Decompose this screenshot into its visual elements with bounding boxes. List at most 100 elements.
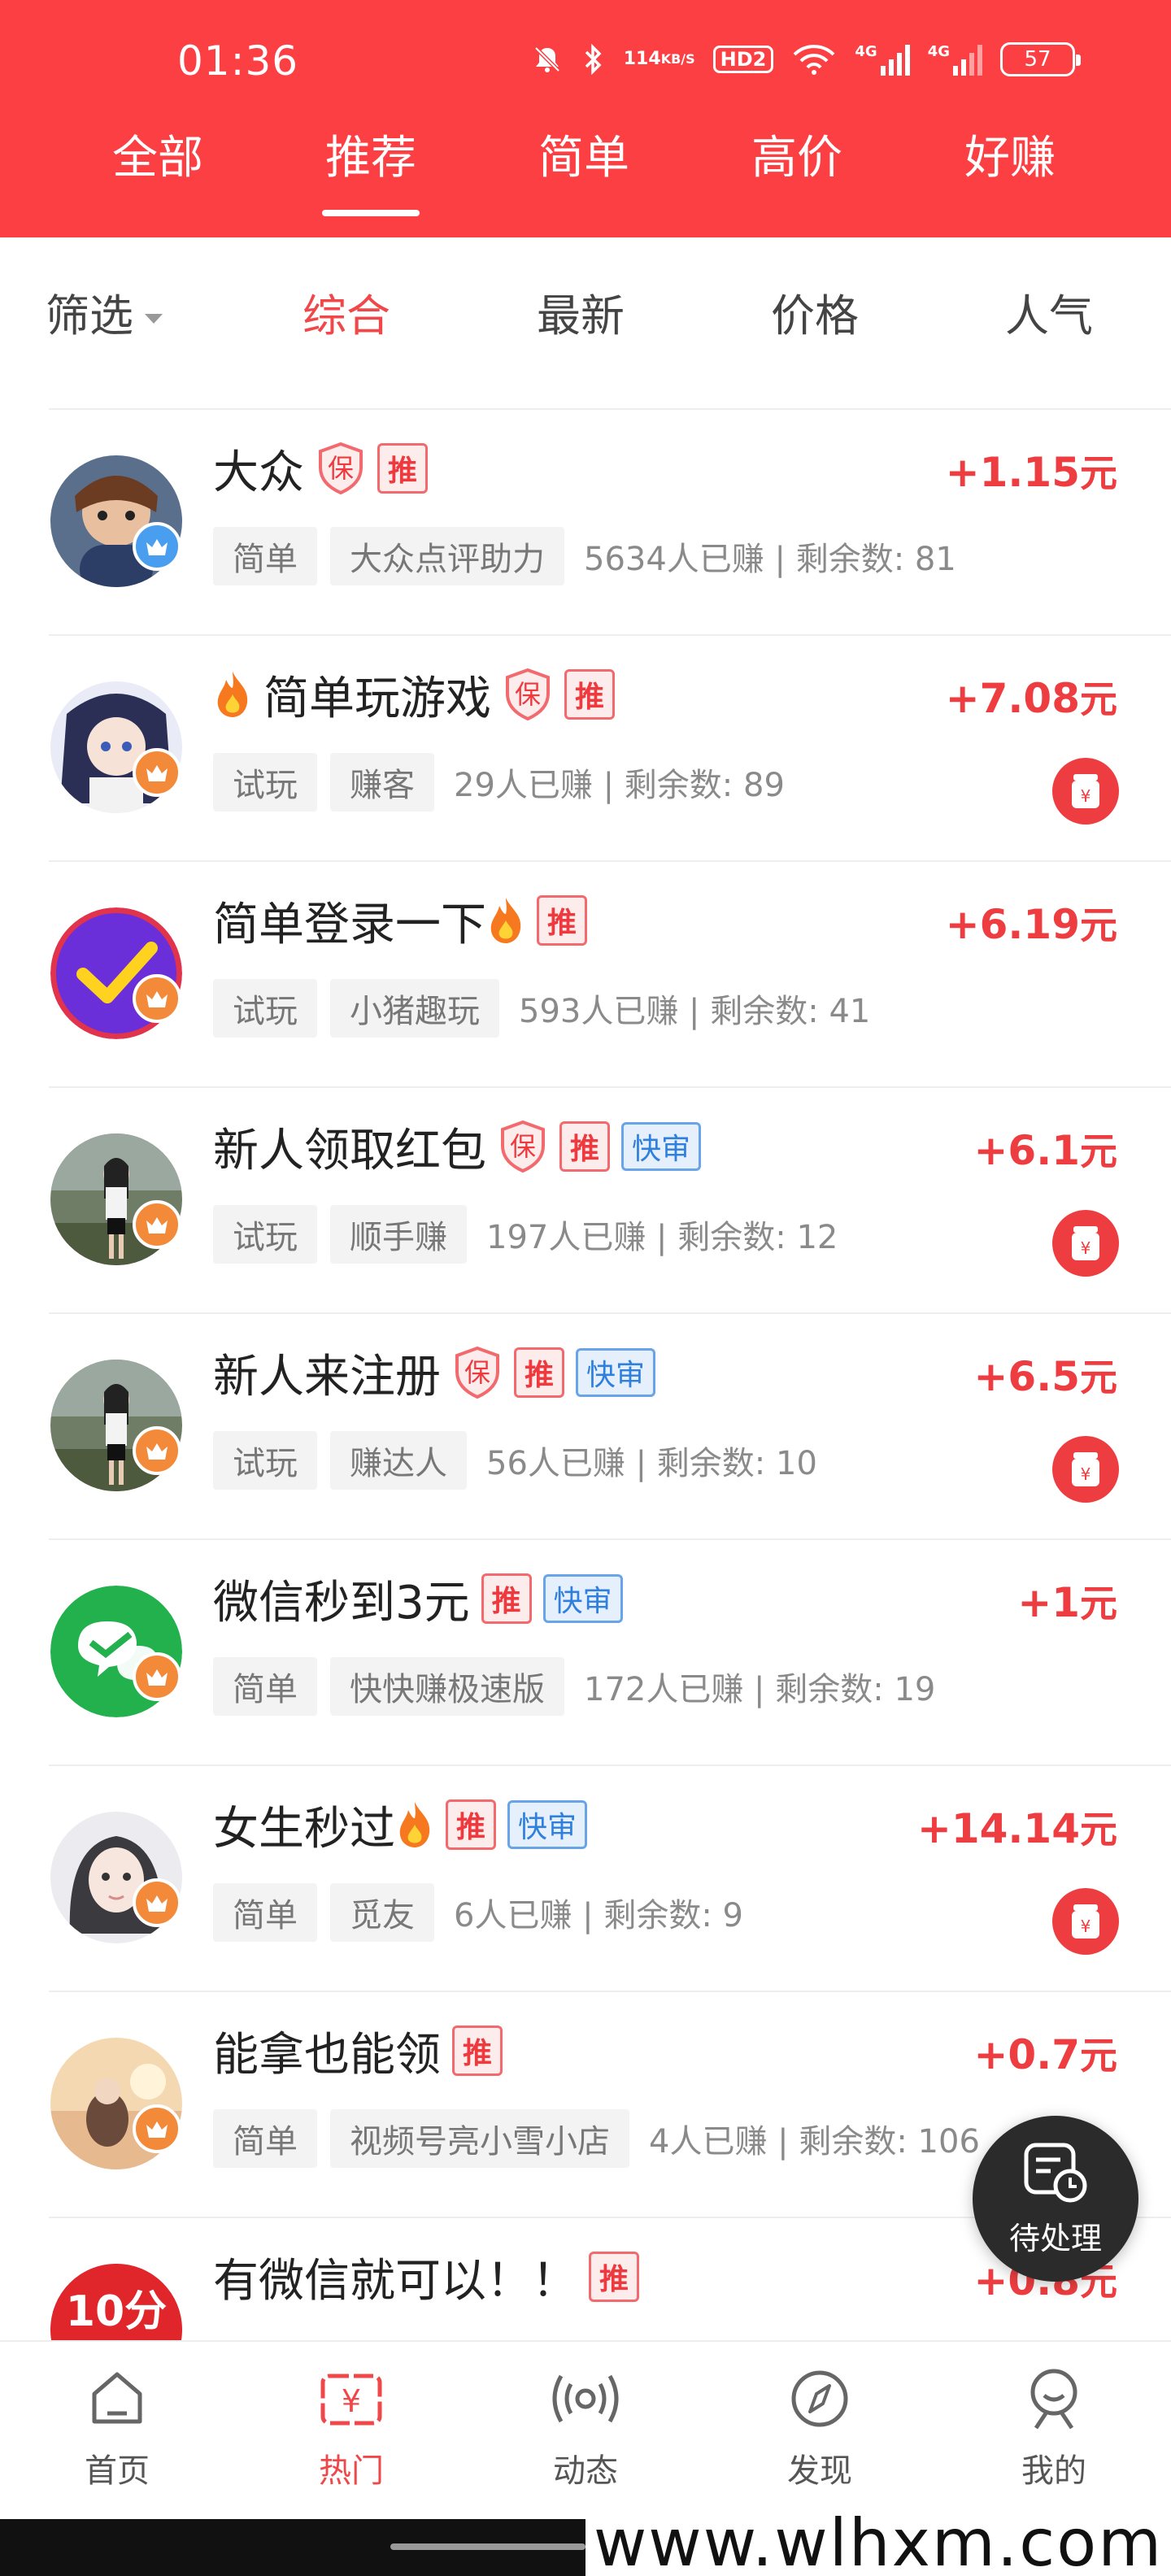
sort-newest[interactable]: 最新	[537, 288, 625, 345]
guarantee-badge-icon: 保	[316, 442, 366, 495]
quick-review-badge: 快审	[576, 1348, 656, 1397]
nav-home[interactable]: 首页	[0, 2342, 234, 2519]
task-stats: 593人已赚 | 剩余数: 41	[519, 993, 871, 1030]
svg-text:¥: ¥	[342, 2383, 361, 2419]
nav-discover-label: 发现	[787, 2452, 852, 2490]
nav-home-label: 首页	[85, 2452, 150, 2490]
task-meta: 试玩 顺手赚 197人已赚 | 剩余数: 12	[213, 1203, 838, 1265]
status-time: 01:36	[177, 37, 299, 85]
task-title-line: 新人领取红包 保 推 快审	[213, 1114, 702, 1179]
reward-unit: 元	[1080, 1808, 1117, 1852]
sort-comprehensive[interactable]: 综合	[303, 288, 390, 345]
task-row[interactable]: 新人领取红包 保 推 快审 试玩 顺手赚 197人已赚 | 剩余数: 12 +6…	[0, 1086, 1171, 1312]
signal-2-label: 4G	[927, 43, 950, 60]
task-title: 能拿也能领	[213, 2028, 441, 2082]
guarantee-badge-text: 保	[464, 1357, 490, 1388]
tab-recommend[interactable]: 推荐	[264, 122, 477, 220]
task-source-tag: 快快赚极速版	[330, 1657, 564, 1716]
task-list: 大众 保 推 简单 大众点评助力 5634人已赚 | 剩余数: 81 +1.15…	[0, 408, 1171, 2443]
guarantee-badge-icon: 保	[503, 668, 553, 721]
nav-mine[interactable]: 我的	[937, 2342, 1171, 2519]
svg-text:¥: ¥	[1081, 786, 1091, 806]
task-stats: 56人已赚 | 剩余数: 10	[486, 1445, 817, 1482]
nav-hot[interactable]: ¥ 热门	[234, 2342, 468, 2519]
guarantee-badge-icon: 保	[452, 1346, 503, 1399]
task-category-tag: 简单	[213, 2109, 317, 2168]
task-category-tag: 简单	[213, 1657, 317, 1716]
reward-amount: +1	[1017, 1579, 1080, 1626]
sort-popularity[interactable]: 人气	[1005, 288, 1093, 345]
compass-icon	[789, 2368, 851, 2433]
task-row[interactable]: 简单登录一下 推 试玩 小猪趣玩 593人已赚 | 剩余数: 41 +6.19元	[0, 860, 1171, 1086]
signal-2-icon: 4G	[928, 43, 982, 76]
recommend-badge: 推	[452, 2026, 503, 2076]
filter-bar: 筛选 综合 最新 价格 人气	[0, 237, 1171, 408]
task-row[interactable]: 微信秒到3元 推 快审 简单 快快赚极速版 172人已赚 | 剩余数: 19 +…	[0, 1538, 1171, 1764]
task-title: 微信秒到3元	[213, 1576, 470, 1630]
quick-review-badge: 快审	[542, 1574, 623, 1623]
crown-icon	[133, 1426, 181, 1475]
task-reward: +6.1元	[974, 1122, 1117, 1176]
tab-high-price[interactable]: 高价	[690, 122, 903, 220]
crown-icon	[133, 1878, 181, 1927]
task-category-tag: 试玩	[213, 1431, 317, 1490]
task-row[interactable]: 女生秒过 推 快审 简单 觅友 6人已赚 | 剩余数: 9 +14.14元 ¥	[0, 1764, 1171, 1991]
battery-icon: 57	[1000, 42, 1081, 76]
hd-badge: HD2	[712, 46, 774, 73]
task-meta: 试玩 小猪趣玩 593人已赚 | 剩余数: 41	[213, 977, 870, 1039]
task-reward: +7.08元	[946, 670, 1117, 724]
tab-easy-earn[interactable]: 好赚	[903, 122, 1117, 220]
nav-feed[interactable]: 动态	[468, 2342, 703, 2519]
task-meta: 简单 视频号亮小雪小店 4人已赚 | 剩余数: 106	[213, 2108, 980, 2169]
fire-icon	[395, 1800, 434, 1849]
task-row[interactable]: 新人来注册 保 推 快审 试玩 赚达人 56人已赚 | 剩余数: 10 +6.5…	[0, 1312, 1171, 1538]
recommend-badge: 推	[481, 1573, 532, 1624]
pending-button[interactable]: 待处理	[973, 2116, 1138, 2282]
cash-jar-icon: ¥	[1052, 758, 1119, 825]
task-source-tag: 赚达人	[330, 1431, 467, 1490]
task-row[interactable]: 简单玩游戏 保 推 试玩 赚客 29人已赚 | 剩余数: 89 +7.08元 ¥	[0, 634, 1171, 860]
task-category-tag: 试玩	[213, 979, 317, 1038]
cash-jar-icon: ¥	[1052, 1888, 1119, 1955]
task-category-tag: 试玩	[213, 753, 317, 812]
task-title-line: 新人来注册 保 推 快审	[213, 1340, 656, 1405]
fire-icon	[486, 896, 525, 945]
tab-all[interactable]: 全部	[51, 122, 264, 220]
svg-text:¥: ¥	[1081, 1238, 1091, 1258]
task-title-line: 有微信就可以！！ 推	[213, 2244, 639, 2309]
reward-amount: +1.15	[945, 449, 1080, 496]
crown-icon	[133, 2104, 181, 2153]
net-speed-unit: KB/S	[660, 51, 695, 67]
task-meta: 简单 大众点评助力 5634人已赚 | 剩余数: 81	[213, 525, 956, 587]
task-stats: 172人已赚 | 剩余数: 19	[584, 1671, 936, 1708]
reward-amount: +0.7	[973, 2031, 1080, 2078]
reward-unit: 元	[1080, 1582, 1117, 1625]
task-row[interactable]: 大众 保 推 简单 大众点评助力 5634人已赚 | 剩余数: 81 +1.15…	[0, 408, 1171, 634]
task-source-tag: 赚客	[330, 753, 434, 812]
cash-jar-icon: ¥	[1052, 1436, 1119, 1503]
task-source-tag: 顺手赚	[330, 1205, 467, 1264]
task-title-line: 能拿也能领 推	[213, 2018, 503, 2083]
filter-dropdown[interactable]: 筛选	[46, 288, 163, 345]
gesture-handle[interactable]	[390, 2543, 586, 2550]
recommend-badge: 推	[559, 1121, 610, 1172]
tab-simple[interactable]: 简单	[477, 122, 690, 220]
task-title: 有微信就可以！！	[213, 2254, 577, 2308]
task-meta: 试玩 赚客 29人已赚 | 剩余数: 89	[213, 751, 785, 813]
nav-discover[interactable]: 发现	[703, 2342, 937, 2519]
broadcast-icon	[546, 2368, 625, 2433]
app-screen: 01:36 114 KB/S HD2 4G 4G 57 全部 推荐 简单 高价 …	[0, 0, 1171, 2576]
guarantee-badge-text: 保	[515, 679, 541, 710]
bluetooth-icon	[581, 43, 606, 76]
sort-price[interactable]: 价格	[771, 288, 859, 345]
guarantee-badge-text: 保	[510, 1131, 536, 1162]
reward-unit: 元	[1080, 903, 1117, 947]
task-category-tag: 简单	[213, 1883, 317, 1942]
task-meta: 简单 快快赚极速版 172人已赚 | 剩余数: 19	[213, 1656, 935, 1717]
task-category-tag: 试玩	[213, 1205, 317, 1264]
task-meta: 简单 觅友 6人已赚 | 剩余数: 9	[213, 1882, 743, 1943]
svg-text:¥: ¥	[1081, 1464, 1091, 1484]
reward-unit: 元	[1080, 677, 1117, 721]
reward-unit: 元	[1080, 1129, 1117, 1173]
task-stats: 5634人已赚 | 剩余数: 81	[584, 541, 956, 578]
